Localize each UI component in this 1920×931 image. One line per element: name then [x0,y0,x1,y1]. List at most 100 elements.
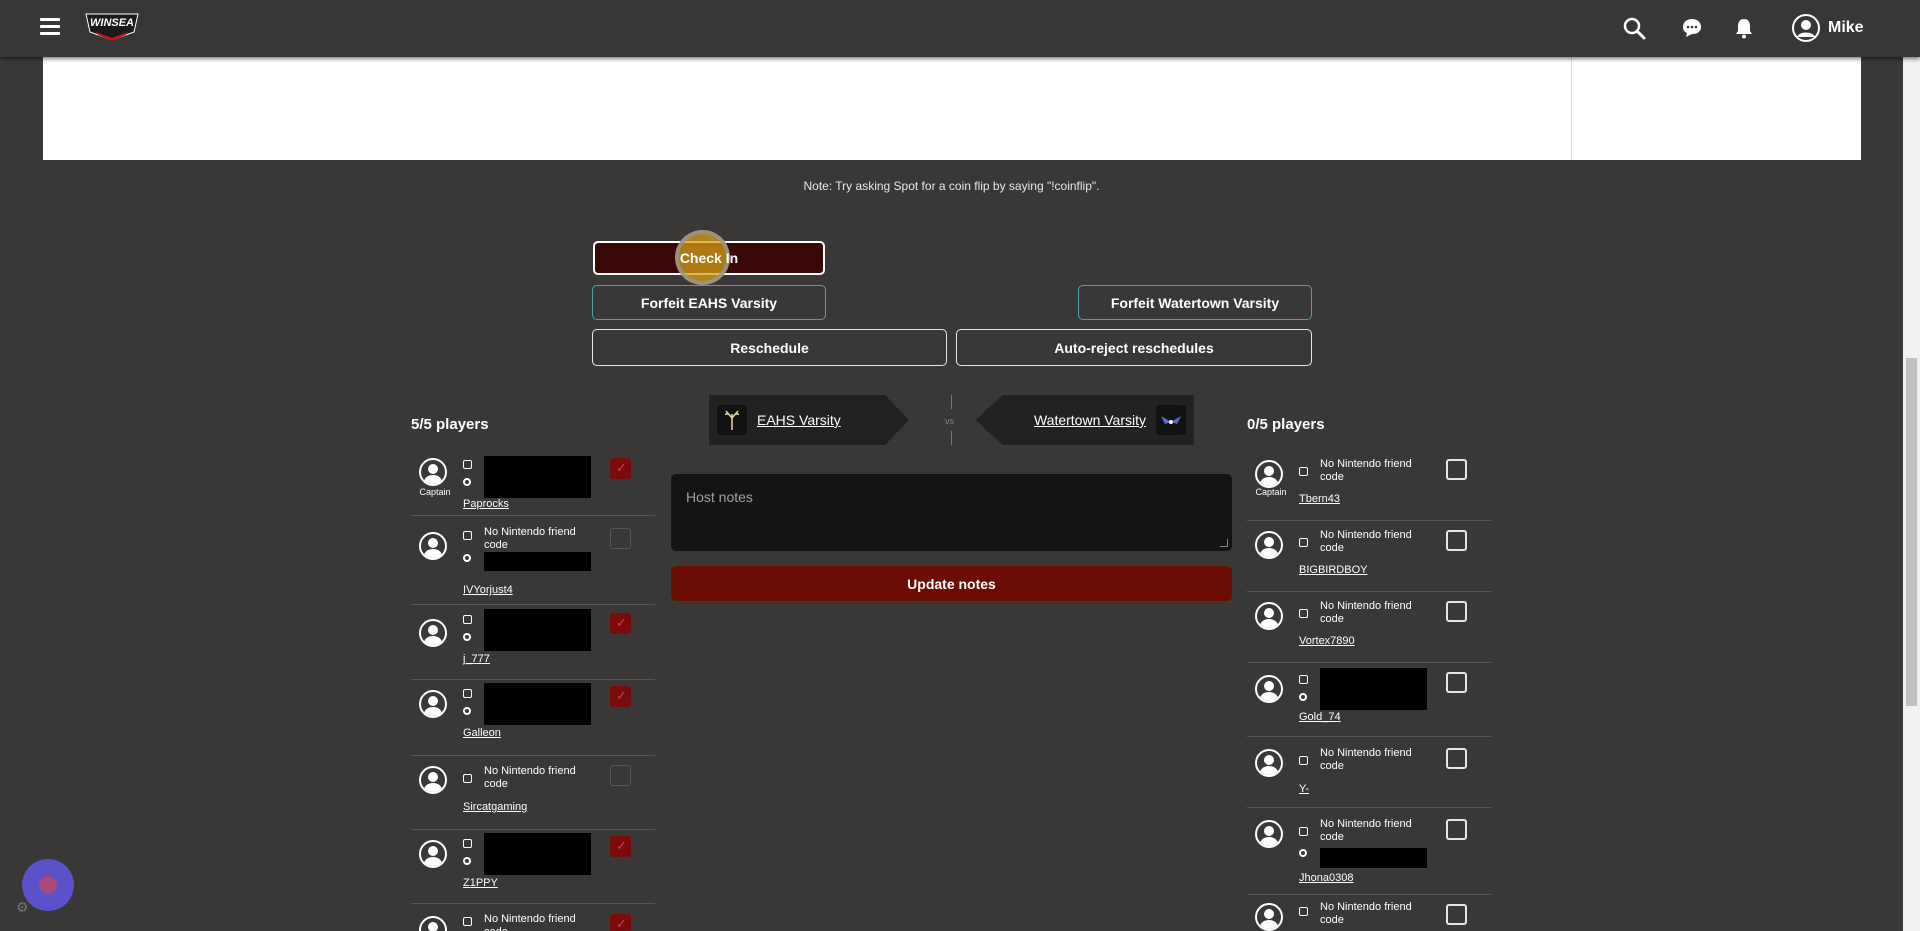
switch-icon [1299,467,1308,476]
player-name[interactable]: Sircatgaming [463,801,527,813]
auto-reject-button[interactable]: Auto-reject reschedules [956,329,1312,366]
discord-icon [463,554,471,562]
player-avatar[interactable] [1255,903,1283,931]
player-checkbox[interactable] [610,914,631,931]
player-avatar[interactable] [419,532,447,560]
redacted-info [484,552,591,571]
player-avatar[interactable] [1255,675,1283,703]
player-checkbox[interactable] [610,765,631,786]
player-checkbox[interactable] [1446,819,1467,840]
player-name[interactable]: Paprocks [463,498,509,510]
player-name[interactable]: Y- [1299,783,1309,795]
player-name[interactable]: IVYorjust4 [463,584,513,596]
player-row: Captain Paprocks [411,448,655,516]
scrollbar-thumb[interactable] [1906,358,1917,706]
user-avatar-icon [1792,14,1820,42]
player-checkbox[interactable] [610,528,631,549]
bell-icon[interactable] [1732,16,1756,40]
player-avatar[interactable] [419,619,447,647]
chat-icon[interactable] [1680,16,1704,40]
switch-icon [463,689,472,698]
team-left-logo [717,405,747,435]
player-avatar[interactable] [1255,820,1283,848]
discord-icon [463,707,471,715]
team-left-name[interactable]: EAHS Varsity [757,412,841,428]
resize-handle[interactable] [1220,539,1228,547]
switch-icon [463,460,472,469]
switch-icon [1299,756,1308,765]
player-avatar[interactable] [419,916,447,931]
player-name[interactable]: Galleon [463,727,501,739]
player-checkbox[interactable] [610,836,631,857]
switch-icon [1299,827,1308,836]
player-checkbox[interactable] [610,686,631,707]
player-row: No Nintendo friend code BIGBIRDBOY [1247,521,1491,592]
switch-icon [463,531,472,540]
player-checkbox[interactable] [1446,748,1467,769]
player-avatar[interactable] [419,690,447,718]
player-row: Z1PPY [411,830,655,904]
player-row: Galleon [411,680,655,756]
no-friend-code-text: No Nintendo friend code [1320,458,1412,483]
top-bar: WINSEA Mike [0,0,1920,57]
no-friend-code-text: No Nintendo friend code [1320,529,1412,554]
player-avatar[interactable] [419,840,447,868]
menu-icon[interactable] [40,18,60,36]
player-checkbox[interactable] [1446,672,1467,693]
left-player-list: Captain Paprocks No Nintendo friend code… [411,448,655,931]
player-row: Gold_74 [1247,663,1491,737]
winsea-logo[interactable]: WINSEA [82,10,142,44]
player-checkbox[interactable] [610,458,631,479]
player-name[interactable]: Z1PPY [463,877,498,889]
search-icon[interactable] [1622,16,1646,40]
forfeit-left-button[interactable]: Forfeit EAHS Varsity [592,285,826,320]
user-menu[interactable]: Mike [1792,14,1864,42]
player-name[interactable]: Jhona0308 [1299,872,1353,884]
no-friend-code-text: No Nintendo friend code [1320,901,1412,926]
embed-panel [43,57,1861,160]
host-notes-placeholder: Host notes [686,489,753,505]
player-name[interactable]: j_777 [463,653,490,665]
player-row: No Nintendo friend code IVYorjust4 [411,516,655,605]
check-in-button[interactable]: Check In [593,241,825,275]
player-name[interactable]: Tbern43 [1299,493,1340,505]
player-avatar[interactable] [1255,749,1283,777]
no-friend-code-text: No Nintendo friend code [1320,747,1412,772]
reschedule-button[interactable]: Reschedule [592,329,947,366]
player-name[interactable]: Gold_74 [1299,711,1341,723]
player-row: No Nintendo friend code Y- [1247,737,1491,808]
discord-icon [1299,849,1307,857]
svg-text:WINSEA: WINSEA [90,17,134,29]
player-checkbox[interactable] [1446,904,1467,925]
player-name[interactable]: BIGBIRDBOY [1299,564,1367,576]
right-players-count: 0/5 players [1247,416,1325,433]
player-row: No Nintendo friend code Sircatgaming [411,756,655,830]
redacted-info [1320,848,1427,868]
player-checkbox[interactable] [610,613,631,634]
player-checkbox[interactable] [1446,530,1467,551]
host-notes-input[interactable]: Host notes [671,474,1232,551]
player-checkbox[interactable] [1446,459,1467,480]
switch-icon [463,774,472,783]
right-player-list: Captain No Nintendo friend code Tbern43 … [1247,450,1491,931]
switch-icon [1299,609,1308,618]
no-friend-code-text: No Nintendo friend code [484,526,576,551]
switch-icon [463,615,472,624]
chat-widget-button[interactable] [22,859,74,911]
player-name[interactable]: Vortex7890 [1299,635,1355,647]
switch-icon [463,917,472,926]
vs-divider-top [951,395,952,409]
forfeit-right-button[interactable]: Forfeit Watertown Varsity [1078,285,1312,320]
player-avatar[interactable] [419,766,447,794]
redacted-info [484,833,591,875]
settings-icon[interactable]: ⚙ [16,899,29,916]
team-right-name[interactable]: Watertown Varsity [1034,412,1146,428]
player-row: No Nintendo friend code Vortex7890 [1247,592,1491,663]
player-avatar[interactable] [1255,602,1283,630]
switch-icon [1299,538,1308,547]
player-checkbox[interactable] [1446,601,1467,622]
player-avatar[interactable] [419,458,447,486]
player-avatar[interactable] [1255,531,1283,559]
player-avatar[interactable] [1255,460,1283,488]
update-notes-button[interactable]: Update notes [671,566,1232,601]
